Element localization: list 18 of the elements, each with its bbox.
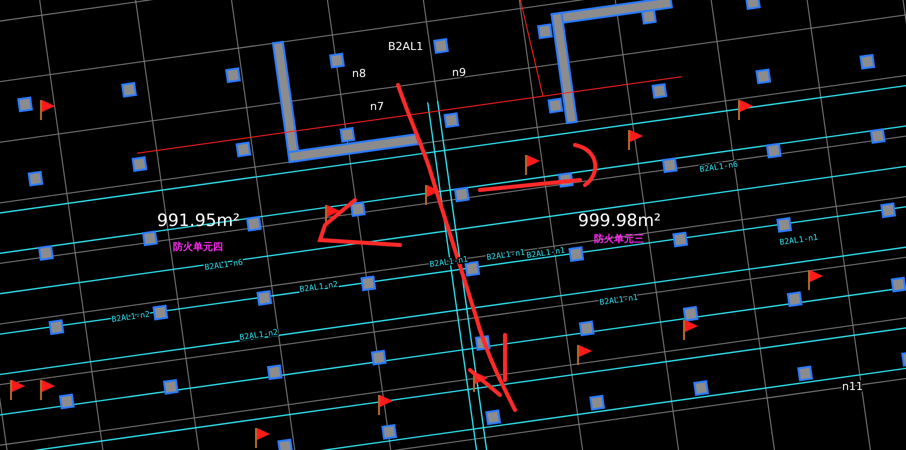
circuit-tag: B2AL1	[388, 40, 424, 53]
circuit-tag: n8	[352, 67, 366, 80]
area-label: 991.95m²	[157, 211, 240, 231]
circuit-label: B2AL1-n1	[779, 232, 818, 247]
circuit-label: B2AL1-n6	[204, 258, 244, 272]
circuit-tag: n9	[452, 66, 466, 79]
circuit-tag: n11	[842, 380, 863, 393]
zone-label: 防火单元三	[594, 234, 644, 245]
area-label: 999.98m²	[578, 211, 661, 231]
circuit-label: B2AL1-n1	[599, 292, 638, 307]
circuit-tag: n7	[370, 100, 384, 113]
circuit-label: B2AL1-n1	[486, 248, 526, 262]
circuit-label: B2AL1-n6	[699, 160, 738, 174]
circuit-label: B2AL1-n2	[111, 310, 150, 324]
zone-label: 防火单元四	[173, 242, 223, 253]
circuit-label: B2AL1-n1	[429, 254, 468, 269]
circuit-label: B2AL1-n2	[239, 328, 278, 342]
circuit-label: B2AL1-n1	[526, 246, 566, 260]
